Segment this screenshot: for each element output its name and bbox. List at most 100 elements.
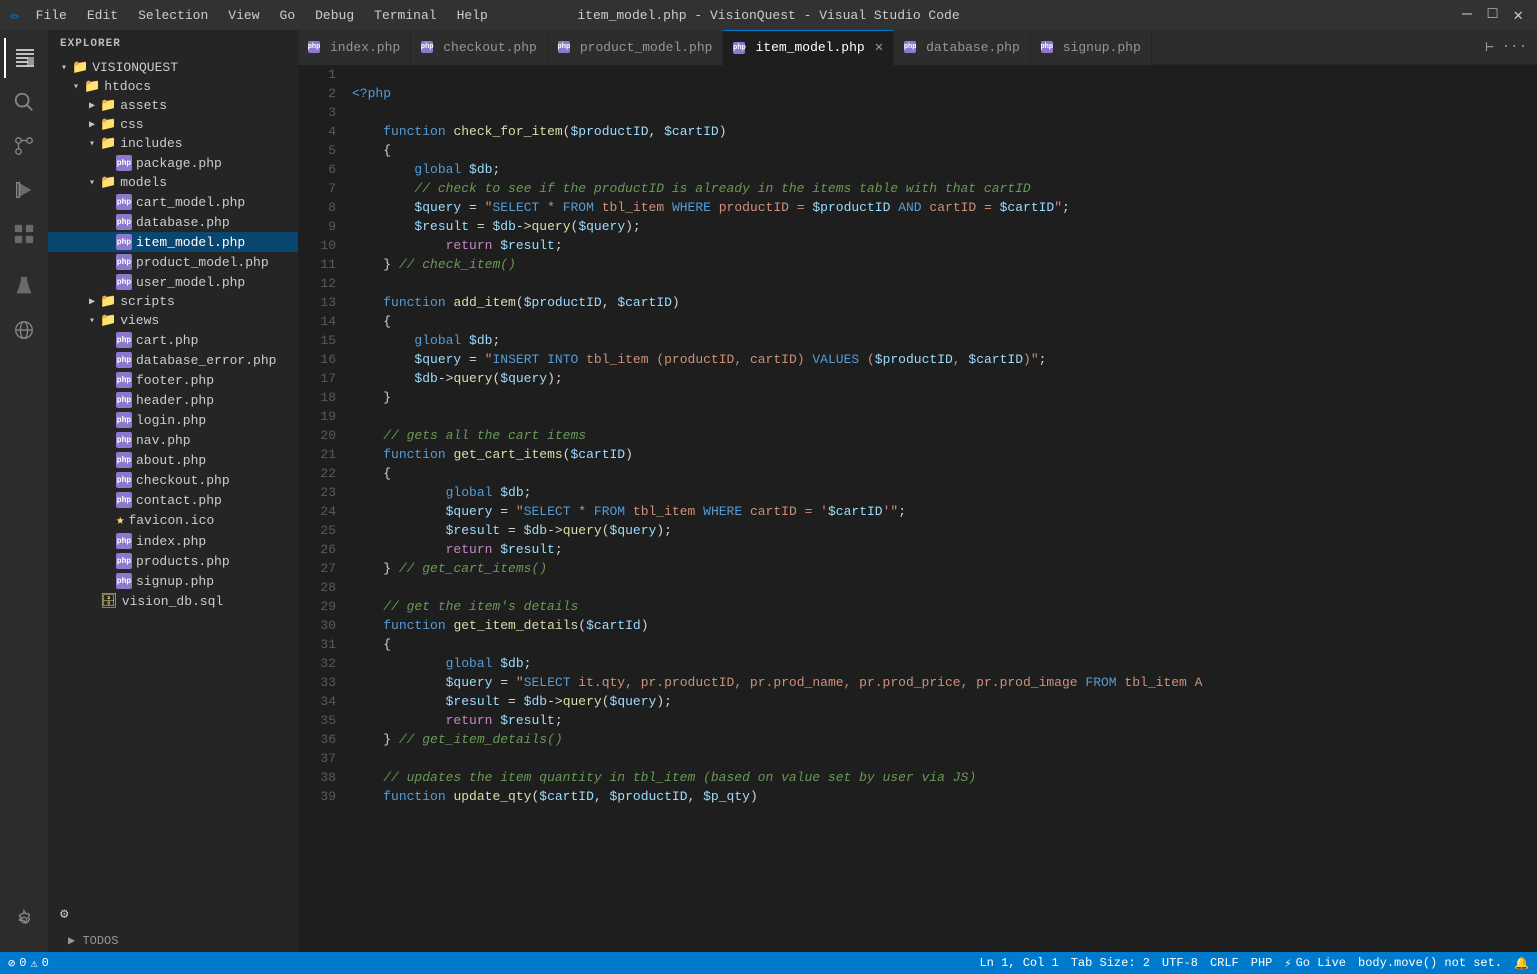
code-line-25: $result = $db->query($query); (348, 521, 1537, 540)
message-text: body.move() not set. (1358, 956, 1502, 970)
menu-go[interactable]: Go (272, 6, 304, 25)
remote-activity-icon[interactable] (4, 310, 44, 350)
sidebar-item-nav-php[interactable]: ▶ php nav.php (48, 430, 298, 450)
sidebar-item-database-php[interactable]: ▶ php database.php (48, 212, 298, 232)
error-icon: ⊘ (8, 956, 15, 971)
collapse-arrow: ▶ (84, 296, 100, 308)
php-file-icon: php (116, 352, 132, 368)
menu-file[interactable]: File (28, 6, 75, 25)
status-bell[interactable]: 🔔 (1514, 956, 1529, 971)
main-layout: EXPLORER ▾ 📁 VISIONQUEST ▾ 📁 htdocs ▶ 📁 … (0, 30, 1537, 952)
about-php-label: about.php (136, 453, 298, 468)
sidebar-item-product-model[interactable]: ▶ php product_model.php (48, 252, 298, 272)
php-file-icon: php (116, 155, 132, 171)
status-go-live[interactable]: ⚡ Go Live (1284, 956, 1346, 971)
encoding-text: UTF-8 (1162, 956, 1198, 970)
code-editor[interactable]: 1 2 3 4 5 6 7 8 9 10 11 12 13 14 15 16 1… (298, 65, 1537, 952)
explorer-activity-icon[interactable] (4, 38, 44, 78)
code-line-1 (348, 65, 1537, 84)
code-line-3 (348, 103, 1537, 122)
sidebar-item-footer-php[interactable]: ▶ php footer.php (48, 370, 298, 390)
todos-section[interactable]: ▶ TODOS (48, 929, 298, 952)
sidebar-item-views[interactable]: ▾ 📁 views (48, 311, 298, 330)
sidebar-item-index-php[interactable]: ▶ php index.php (48, 531, 298, 551)
search-activity-icon[interactable] (4, 82, 44, 122)
menu-selection[interactable]: Selection (130, 6, 216, 25)
status-tab-size[interactable]: Tab Size: 2 (1071, 956, 1150, 970)
code-content[interactable]: <?php function check_for_item($productID… (348, 65, 1537, 952)
sidebar-item-signup-php[interactable]: ▶ php signup.php (48, 571, 298, 591)
code-line-27: } // get_cart_items() (348, 559, 1537, 578)
extensions-activity-icon[interactable] (4, 214, 44, 254)
warning-count: 0 (42, 956, 49, 970)
sidebar-item-item-model[interactable]: ▶ php item_model.php (48, 232, 298, 252)
sidebar-item-cart-model[interactable]: ▶ php cart_model.php (48, 192, 298, 212)
status-language[interactable]: PHP (1251, 956, 1273, 970)
sidebar-item-contact-php[interactable]: ▶ php contact.php (48, 490, 298, 510)
maximize-button[interactable]: □ (1484, 5, 1502, 25)
database-error-label: database_error.php (136, 353, 298, 368)
menu-edit[interactable]: Edit (79, 6, 126, 25)
code-line-39: function update_qty($cartID, $productID,… (348, 787, 1537, 806)
sidebar-item-vision-db-sql[interactable]: ▶ 🗄 vision_db.sql (48, 591, 298, 612)
settings-activity-icon[interactable] (4, 900, 44, 940)
menu-terminal[interactable]: Terminal (366, 6, 444, 25)
run-activity-icon[interactable] (4, 170, 44, 210)
tab-checkout-php[interactable]: php checkout.php (411, 30, 548, 65)
tab-item-model-php[interactable]: php item_model.php ✕ (723, 30, 894, 65)
collapse-arrow: ▶ (84, 119, 100, 131)
tab-database-php[interactable]: php database.php (894, 30, 1031, 65)
tab-signup-php[interactable]: php signup.php (1031, 30, 1152, 65)
sidebar-item-favicon[interactable]: ▶ ★ favicon.ico (48, 510, 298, 531)
tab-bar: php index.php php checkout.php php produ… (298, 30, 1537, 65)
status-position[interactable]: Ln 1, Col 1 (979, 956, 1058, 970)
code-line-8: $query = "SELECT * FROM tbl_item WHERE p… (348, 198, 1537, 217)
expand-arrow: ▾ (56, 62, 72, 74)
expand-arrow: ▾ (84, 177, 100, 189)
more-actions-icon[interactable]: ··· (1502, 39, 1527, 56)
status-left: ⊘ 0 ⚠ 0 (8, 956, 49, 971)
sidebar-item-visionquest[interactable]: ▾ 📁 VISIONQUEST (48, 58, 298, 77)
status-errors[interactable]: ⊘ 0 ⚠ 0 (8, 956, 49, 971)
tab-close-button[interactable]: ✕ (875, 39, 883, 56)
products-php-label: products.php (136, 554, 298, 569)
menu-help[interactable]: Help (449, 6, 496, 25)
nav-php-label: nav.php (136, 433, 298, 448)
sidebar-settings[interactable]: ⚙ (48, 900, 298, 929)
sidebar-item-includes[interactable]: ▾ 📁 includes (48, 134, 298, 153)
sidebar-item-about-php[interactable]: ▶ php about.php (48, 450, 298, 470)
close-button[interactable]: ✕ (1509, 5, 1527, 25)
sidebar-item-products-php[interactable]: ▶ php products.php (48, 551, 298, 571)
sidebar-item-htdocs[interactable]: ▾ 📁 htdocs (48, 77, 298, 96)
settings-gear-icon: ⚙ (60, 906, 68, 923)
sidebar-item-models[interactable]: ▾ 📁 models (48, 173, 298, 192)
menu-view[interactable]: View (220, 6, 267, 25)
sidebar-item-user-model[interactable]: ▶ php user_model.php (48, 272, 298, 292)
code-line-35: return $result; (348, 711, 1537, 730)
sidebar-item-assets[interactable]: ▶ 📁 assets (48, 96, 298, 115)
sidebar-item-scripts[interactable]: ▶ 📁 scripts (48, 292, 298, 311)
vision-db-label: vision_db.sql (122, 594, 298, 609)
sidebar-item-header-php[interactable]: ▶ php header.php (48, 390, 298, 410)
sidebar-item-database-error[interactable]: ▶ php database_error.php (48, 350, 298, 370)
sidebar-item-css[interactable]: ▶ 📁 css (48, 115, 298, 134)
tab-index-php[interactable]: php index.php (298, 30, 411, 65)
sidebar-item-login-php[interactable]: ▶ php login.php (48, 410, 298, 430)
item-model-label: item_model.php (136, 235, 298, 250)
split-editor-icon[interactable]: ⊢ (1485, 39, 1493, 56)
menu-debug[interactable]: Debug (307, 6, 362, 25)
source-control-activity-icon[interactable] (4, 126, 44, 166)
status-line-ending[interactable]: CRLF (1210, 956, 1239, 970)
tab-product-model-php[interactable]: php product_model.php (548, 30, 724, 65)
scripts-label: scripts (120, 294, 298, 309)
code-line-2: <?php (348, 84, 1537, 103)
testing-activity-icon[interactable] (4, 266, 44, 306)
status-encoding[interactable]: UTF-8 (1162, 956, 1198, 970)
checkout-php-label: checkout.php (136, 473, 298, 488)
sidebar-item-cart-php[interactable]: ▶ php cart.php (48, 330, 298, 350)
position-text: Ln 1, Col 1 (979, 956, 1058, 970)
code-line-14: { (348, 312, 1537, 331)
sidebar-item-package-php[interactable]: ▶ php package.php (48, 153, 298, 173)
sidebar-item-checkout-php[interactable]: ▶ php checkout.php (48, 470, 298, 490)
minimize-button[interactable]: — (1458, 5, 1476, 25)
